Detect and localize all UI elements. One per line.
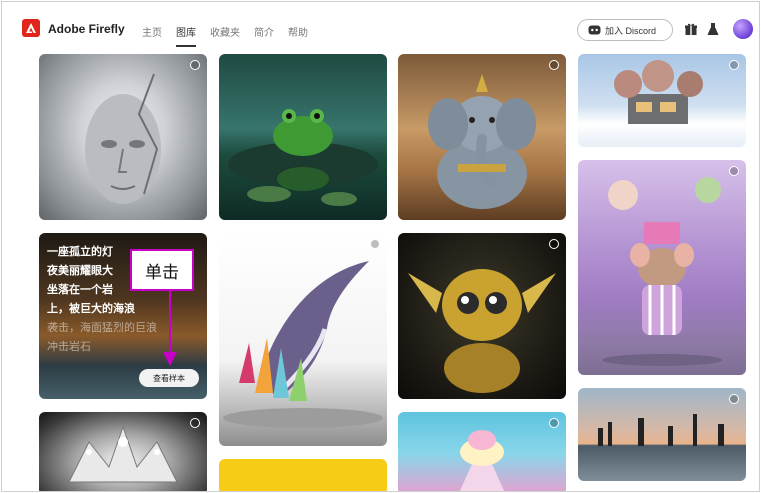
gift-icon[interactable] [683, 21, 699, 37]
gallery-tile-elephant[interactable] [398, 54, 566, 220]
join-discord-label: 加入 Discord [605, 25, 657, 36]
gallery-tile-frog[interactable] [219, 54, 387, 220]
tile-badge-icon [549, 239, 559, 249]
top-bar: Adobe Firefly 主页 图库 收藏夹 简介 帮助 加入 Discord [2, 2, 759, 56]
tile-badge-icon [370, 239, 380, 249]
lab-flask-icon[interactable] [705, 21, 721, 37]
prompt-line: 上，被巨大的海浪 [47, 303, 135, 315]
tile-badge-icon [549, 60, 559, 70]
tile-badge-icon [729, 394, 739, 404]
prompt-line: 冲击岩石 [47, 341, 91, 353]
callout-text: 单击 [145, 262, 179, 283]
nav-item-home[interactable]: 主页 [142, 24, 162, 47]
tile-badge-icon [549, 418, 559, 428]
nav-item-gallery[interactable]: 图库 [176, 24, 196, 47]
tile-badge-icon [729, 166, 739, 176]
discord-icon [588, 25, 601, 35]
click-callout: 单击 [130, 249, 194, 291]
app-window: Adobe Firefly 主页 图库 收藏夹 简介 帮助 加入 Discord [1, 1, 760, 492]
user-avatar[interactable] [733, 19, 753, 39]
main-nav: 主页 图库 收藏夹 简介 帮助 [142, 24, 308, 47]
gallery-tile-city-sunset[interactable] [578, 388, 746, 481]
view-sample-label: 查看样本 [153, 373, 185, 383]
join-discord-button[interactable]: 加入 Discord [577, 19, 673, 41]
prompt-line: 袭击，海面猛烈的巨浪 [47, 322, 157, 334]
tile-badge-icon [190, 418, 200, 428]
gallery-tile-tiara[interactable] [39, 412, 207, 491]
view-sample-button[interactable]: 查看样本 [139, 369, 199, 387]
gallery-tile-mouse[interactable] [578, 160, 746, 375]
gallery-tile-ice-cream[interactable] [398, 412, 566, 491]
gallery-tile-stone-face[interactable] [39, 54, 207, 220]
tile-badge-icon [190, 60, 200, 70]
nav-item-profile[interactable]: 简介 [254, 24, 274, 47]
gallery-tile-dolphin[interactable] [219, 233, 387, 446]
adobe-logo-icon[interactable] [22, 19, 40, 37]
brand-name[interactable]: Adobe Firefly [48, 22, 125, 36]
gallery-tile-cartoon-yellow[interactable] [219, 459, 387, 491]
tile-badge-icon [729, 60, 739, 70]
gallery-tile-house[interactable] [578, 54, 746, 147]
nav-item-help[interactable]: 帮助 [288, 24, 308, 47]
gallery-tile-golden-fish[interactable] [398, 233, 566, 399]
nav-item-favorites[interactable]: 收藏夹 [210, 24, 240, 47]
